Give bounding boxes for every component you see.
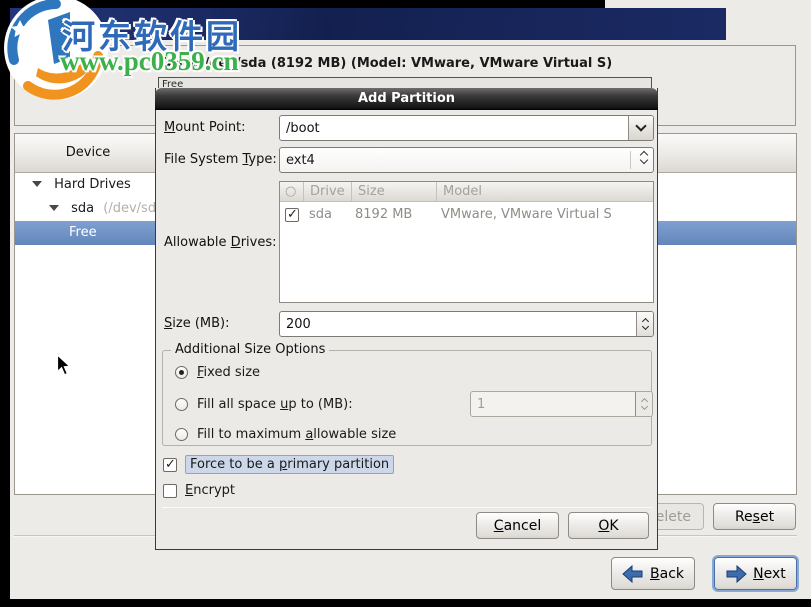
fixed-size-label: Fixed size [197, 364, 261, 380]
frame-legend: Additional Size Options [171, 342, 330, 357]
installer-header-band [0, 8, 726, 40]
allowable-drives-table: ○ Drive Size Model sda 8192 MB VMware, V… [279, 181, 654, 303]
drive-column-header: Drive [304, 182, 352, 201]
allowable-drives-label: Allowable Drives: [164, 235, 277, 250]
drive-model: VMware, VMware Virtual S [441, 207, 612, 222]
toggle-column-header: ○ [280, 182, 304, 201]
radio-row-fill-up-to[interactable]: Fill all space up to (MB): [175, 395, 353, 413]
size-label: Size (MB): [164, 316, 230, 331]
device-column-label: Device [65, 145, 111, 160]
fill-max-label: Fill to maximum allowable size [197, 426, 397, 442]
back-button-label: Back [650, 565, 684, 582]
ok-button[interactable]: OK [568, 512, 649, 539]
fs-type-label: File System Type: [164, 152, 277, 167]
cancel-button-label: Cancel [493, 517, 542, 534]
size-column-header: Size [352, 182, 437, 201]
ok-button-label: OK [598, 517, 619, 534]
next-button-label: Next [753, 565, 786, 582]
mouse-cursor-icon [56, 354, 71, 376]
combo-updown-icon[interactable] [639, 150, 649, 165]
drive-title: Drive /dev/sda (8192 MB) (Model: VMware,… [161, 56, 613, 71]
bottom-black-strip [0, 599, 811, 607]
drive-name: sda [309, 207, 332, 222]
tree-label: Hard Drives [54, 177, 131, 192]
force-primary-row[interactable]: Force to be a primary partition [163, 455, 395, 474]
fill-max-radio[interactable] [175, 427, 188, 441]
expander-icon[interactable] [49, 204, 59, 211]
allowable-drives-header[interactable]: ○ Drive Size Model [280, 182, 653, 202]
drive-size: 8192 MB [355, 207, 413, 222]
mount-point-dropdown-button[interactable] [628, 116, 653, 140]
spin-down-icon [641, 322, 649, 331]
reset-button-label: Reset [734, 508, 775, 525]
mount-point-input[interactable] [280, 116, 628, 140]
model-column-header: Model [443, 184, 483, 199]
cancel-button[interactable]: Cancel [476, 512, 559, 539]
size-spin-buttons[interactable] [636, 312, 653, 336]
additional-size-options-frame: Additional Size Options Fixed size Fill … [162, 342, 653, 446]
chevron-down-icon [635, 120, 647, 132]
size-input[interactable] [280, 312, 635, 336]
fill-up-to-input [471, 392, 634, 416]
expander-icon[interactable] [32, 180, 42, 187]
fs-type-combo[interactable]: ext4 [279, 147, 654, 173]
tree-label: Free [69, 225, 97, 240]
encrypt-label: Encrypt [185, 483, 235, 498]
combo-separator [630, 151, 631, 169]
force-primary-label: Force to be a primary partition [185, 455, 395, 474]
allowable-drive-row[interactable]: sda 8192 MB VMware, VMware Virtual S [280, 203, 653, 226]
size-spinbox[interactable] [279, 311, 654, 337]
fill-up-to-spinbox [470, 391, 653, 417]
mount-point-combo[interactable] [279, 115, 654, 141]
encrypt-checkbox[interactable] [163, 483, 177, 498]
fill-up-to-label: Fill all space up to (MB): [197, 396, 353, 412]
back-button[interactable]: Back [611, 557, 695, 590]
fixed-size-radio[interactable] [175, 365, 188, 379]
installer-screen: 河东软件园 www.pc0359.cn Drive /dev/sda (8192… [0, 0, 811, 607]
drive-checkbox[interactable] [285, 207, 299, 222]
next-arrow-icon [726, 564, 747, 583]
encrypt-row[interactable]: Encrypt [163, 483, 235, 498]
reset-button[interactable]: Reset [713, 503, 796, 530]
tree-label: sda [71, 201, 95, 216]
fs-type-value: ext4 [286, 153, 315, 168]
radio-row-fixed-size[interactable]: Fixed size [175, 363, 260, 381]
fill-up-to-radio[interactable] [175, 397, 188, 411]
left-black-strip [0, 0, 10, 600]
dialog-button-separator [162, 507, 653, 508]
dialog-titlebar[interactable]: Add Partition [155, 88, 658, 110]
fill-up-to-spin-buttons [635, 392, 652, 416]
force-primary-checkbox[interactable] [163, 457, 177, 472]
next-button[interactable]: Next [714, 557, 797, 590]
mount-point-label: Mount Point: [164, 120, 246, 135]
top-black-strip [0, 0, 605, 8]
radio-row-fill-max[interactable]: Fill to maximum allowable size [175, 425, 396, 443]
back-arrow-icon [622, 564, 643, 583]
spin-down-icon [640, 402, 648, 411]
dialog-title: Add Partition [357, 91, 456, 106]
add-partition-dialog: Add Partition Mount Point: File System T… [155, 88, 658, 550]
